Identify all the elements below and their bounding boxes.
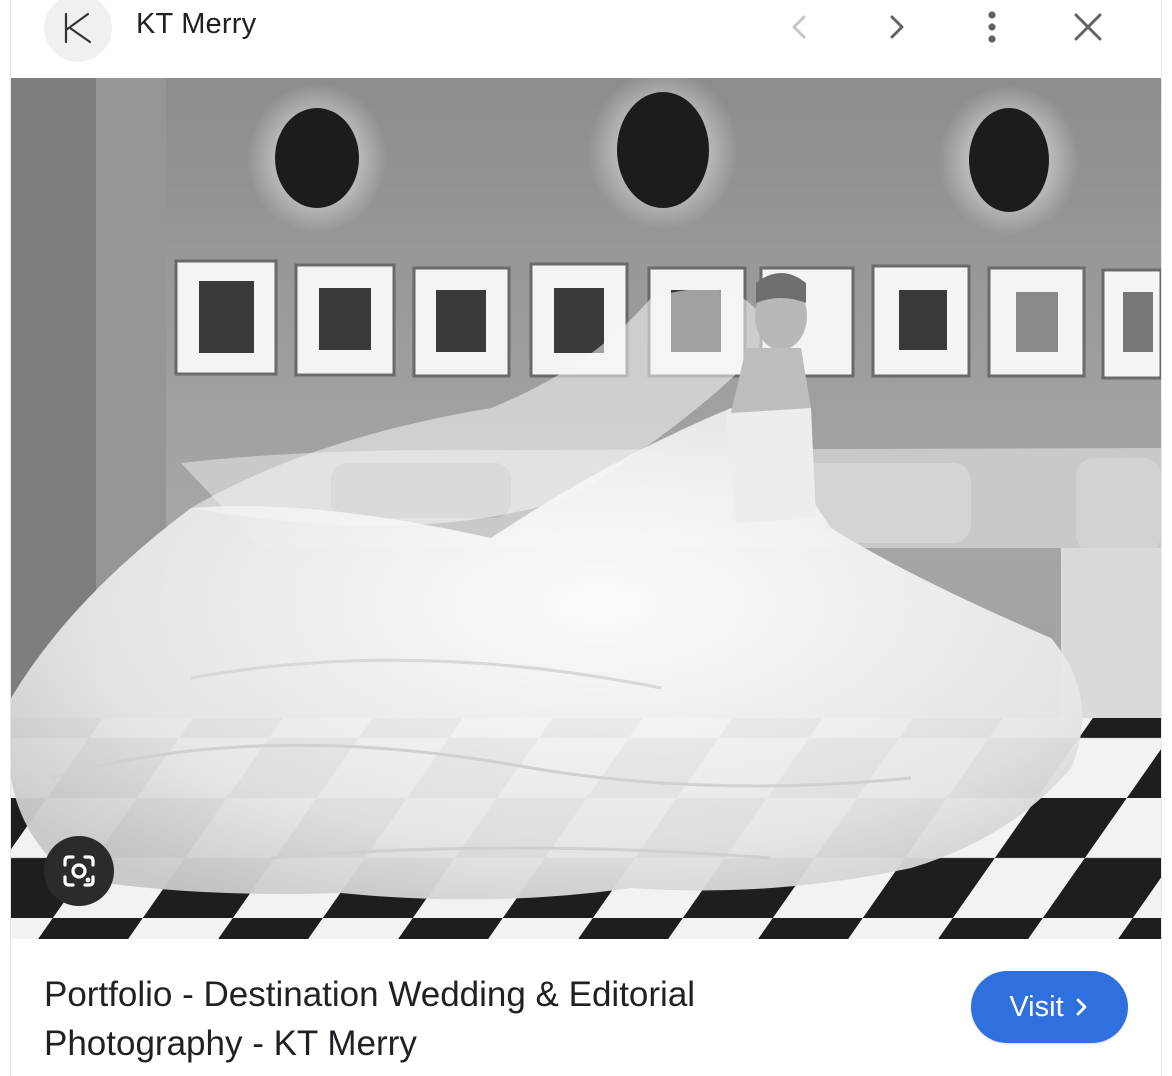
result-title-line-2: Photography - KT Merry	[44, 1024, 417, 1063]
visit-button-label: Visit	[1009, 990, 1064, 1023]
close-icon	[1074, 13, 1102, 41]
next-button[interactable]	[868, 0, 924, 54]
chevron-right-icon	[890, 15, 904, 39]
visit-button[interactable]: Visit	[971, 971, 1128, 1043]
image-preview-card: KT Merry Portfolio - Destination Wedding…	[11, 0, 1161, 1076]
chevron-left-icon	[792, 15, 806, 39]
source-logo[interactable]	[44, 0, 112, 62]
more-options-button[interactable]	[964, 0, 1020, 54]
google-lens-button[interactable]	[44, 836, 114, 906]
chevron-right-icon	[1076, 998, 1087, 1016]
preview-image[interactable]	[11, 78, 1161, 939]
kt-monogram-icon	[64, 12, 92, 44]
close-button[interactable]	[1060, 0, 1116, 54]
source-name[interactable]: KT Merry	[136, 8, 256, 41]
more-vert-icon	[988, 11, 996, 43]
result-title[interactable]: Portfolio - Destination Wedding & Editor…	[44, 970, 804, 1068]
google-lens-icon	[63, 855, 95, 887]
result-title-line-1: Portfolio - Destination Wedding & Editor…	[44, 975, 696, 1014]
preview-header: KT Merry	[11, 0, 1161, 78]
previous-button[interactable]	[772, 0, 828, 54]
bridal-photo	[11, 78, 1161, 939]
